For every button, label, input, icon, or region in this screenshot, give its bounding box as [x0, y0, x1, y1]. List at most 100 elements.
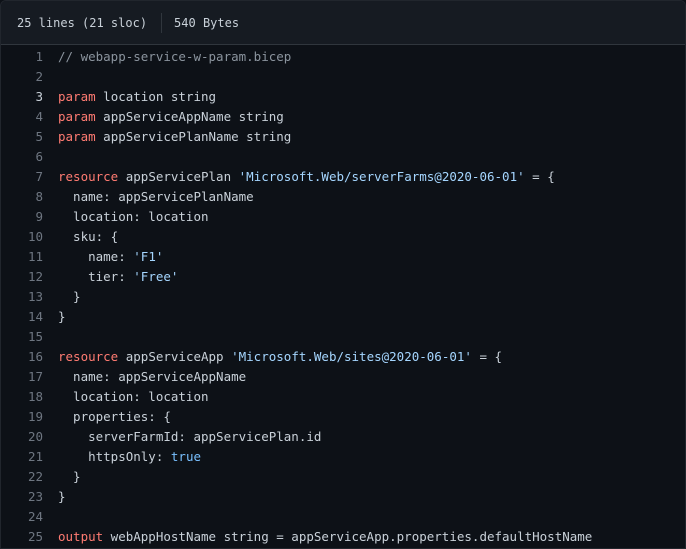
code-line: 3param location string	[1, 87, 685, 107]
code-line: 10 sku: {	[1, 227, 685, 247]
code-token-string: 'Microsoft.Web/serverFarms@2020-06-01'	[239, 169, 525, 184]
line-number[interactable]: 17	[1, 367, 43, 387]
line-number[interactable]: 16	[1, 347, 43, 367]
code-line: 15	[1, 327, 685, 347]
code-token-keyword: param	[58, 109, 96, 124]
code-line-content	[43, 327, 58, 347]
code-token-plain: }	[58, 489, 66, 504]
code-token-keyword: resource	[58, 349, 118, 364]
code-line: 14}	[1, 307, 685, 327]
code-line-content: }	[43, 487, 66, 507]
code-token-plain: location: location	[58, 209, 209, 224]
code-viewer: 1// webapp-service-w-param.bicep23param …	[1, 45, 685, 548]
code-line-content: location: location	[43, 207, 209, 227]
code-token-plain: webAppHostName string = appServiceApp.pr…	[103, 529, 592, 544]
code-token-keyword: param	[58, 89, 96, 104]
code-line: 20 serverFarmId: appServicePlan.id	[1, 427, 685, 447]
code-line: 7resource appServicePlan 'Microsoft.Web/…	[1, 167, 685, 187]
code-token-plain: = {	[472, 349, 502, 364]
code-line-content	[43, 507, 58, 527]
code-line-content: sku: {	[43, 227, 118, 247]
code-line-content: param appServiceAppName string	[43, 107, 284, 127]
file-blob-container: 25 lines (21 sloc) 540 Bytes 1 // webapp-…	[0, 0, 686, 549]
line-number[interactable]: 15	[1, 327, 43, 347]
code-line: 19 properties: {	[1, 407, 685, 427]
line-number[interactable]: 1	[1, 47, 43, 67]
code-line-content	[43, 147, 58, 167]
code-line: 18 location: location	[1, 387, 685, 407]
code-line: 17 name: appServiceAppName	[1, 367, 685, 387]
code-token-string: 'F1'	[133, 249, 163, 264]
line-number[interactable]: 11	[1, 247, 43, 267]
code-line-content: }	[43, 307, 66, 327]
code-line-content: param appServicePlanName string	[43, 127, 291, 147]
code-token-plain: sku: {	[58, 229, 118, 244]
code-token-string: 'Microsoft.Web/sites@2020-06-01'	[231, 349, 472, 364]
code-token-keyword: param	[58, 129, 96, 144]
code-line-content: name: appServiceAppName	[43, 367, 246, 387]
code-token-plain: serverFarmId: appServicePlan.id	[58, 429, 321, 444]
file-info-header: 25 lines (21 sloc) 540 Bytes	[1, 1, 685, 45]
code-token-plain: httpsOnly:	[58, 449, 171, 464]
line-number[interactable]: 13	[1, 287, 43, 307]
line-number[interactable]: 2	[1, 67, 43, 87]
code-token-comment: // webapp-service-w-param.bicep	[58, 49, 291, 64]
code-token-plain: location: location	[58, 389, 209, 404]
code-token-plain: name: appServicePlanName	[58, 189, 254, 204]
line-number[interactable]: 22	[1, 467, 43, 487]
line-number[interactable]: 25	[1, 527, 43, 547]
line-number[interactable]: 3	[1, 87, 43, 107]
code-line-content	[43, 67, 58, 87]
line-number[interactable]: 20	[1, 427, 43, 447]
code-body: 1// webapp-service-w-param.bicep23param …	[1, 47, 685, 547]
line-number[interactable]: 21	[1, 447, 43, 467]
header-divider	[161, 13, 162, 33]
code-line-content: param location string	[43, 87, 216, 107]
code-token-plain: }	[58, 469, 81, 484]
code-line: 22 }	[1, 467, 685, 487]
line-number[interactable]: 9	[1, 207, 43, 227]
code-line-content: resource appServiceApp 'Microsoft.Web/si…	[43, 347, 502, 367]
code-token-plain: name: appServiceAppName	[58, 369, 246, 384]
code-line: 9 location: location	[1, 207, 685, 227]
line-number[interactable]: 5	[1, 127, 43, 147]
code-token-plain: name:	[58, 249, 133, 264]
code-line-content: serverFarmId: appServicePlan.id	[43, 427, 321, 447]
file-size: 540 Bytes	[174, 16, 239, 30]
code-token-plain: appServicePlanName string	[96, 129, 292, 144]
code-line: 13 }	[1, 287, 685, 307]
code-token-keyword: resource	[58, 169, 118, 184]
lines-sloc-info: 25 lines (21 sloc)	[17, 16, 147, 30]
line-number[interactable]: 24	[1, 507, 43, 527]
code-token-plain: appServiceApp	[118, 349, 231, 364]
line-number[interactable]: 14	[1, 307, 43, 327]
code-line-content: name: 'F1'	[43, 247, 163, 267]
code-line-content: output webAppHostName string = appServic…	[43, 527, 592, 547]
line-number[interactable]: 23	[1, 487, 43, 507]
code-line-content: name: appServicePlanName	[43, 187, 254, 207]
line-number[interactable]: 7	[1, 167, 43, 187]
code-token-plain: }	[58, 289, 81, 304]
code-line-content: // webapp-service-w-param.bicep	[43, 47, 291, 67]
code-token-string: 'Free'	[133, 269, 178, 284]
code-line-content: properties: {	[43, 407, 171, 427]
line-number[interactable]: 12	[1, 267, 43, 287]
line-number[interactable]: 19	[1, 407, 43, 427]
code-line: 25output webAppHostName string = appServ…	[1, 527, 685, 547]
code-line: 6	[1, 147, 685, 167]
line-number[interactable]: 18	[1, 387, 43, 407]
line-number[interactable]: 4	[1, 107, 43, 127]
code-line-content: }	[43, 467, 81, 487]
code-token-plain: location string	[96, 89, 216, 104]
line-number[interactable]: 8	[1, 187, 43, 207]
code-line: 11 name: 'F1'	[1, 247, 685, 267]
code-line-content: }	[43, 287, 81, 307]
code-line-content: httpsOnly: true	[43, 447, 201, 467]
code-token-plain: appServiceAppName string	[96, 109, 284, 124]
code-line: 21 httpsOnly: true	[1, 447, 685, 467]
code-line: 1 // webapp-service-w-param.bicep	[1, 47, 685, 67]
line-number[interactable]: 10	[1, 227, 43, 247]
code-line: 2	[1, 67, 685, 87]
line-number[interactable]: 6	[1, 147, 43, 167]
code-line-content: resource appServicePlan 'Microsoft.Web/s…	[43, 167, 555, 187]
